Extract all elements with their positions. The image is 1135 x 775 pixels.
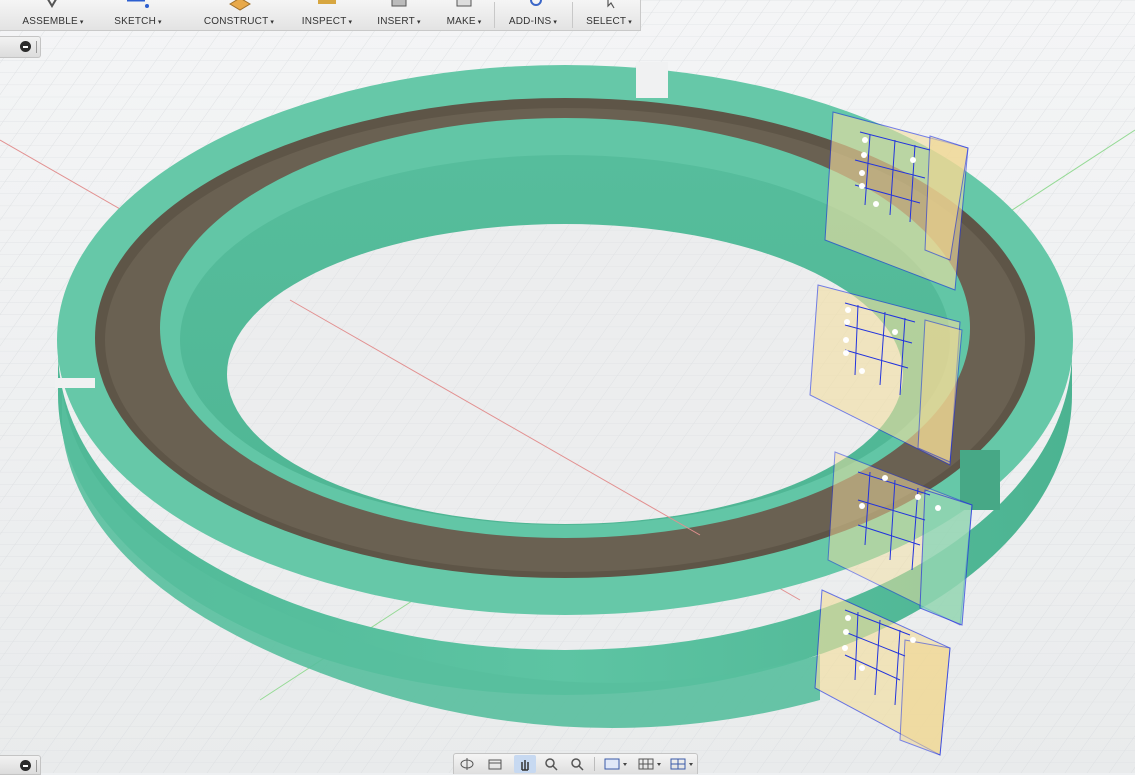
caret-icon: ▾: [348, 19, 353, 26]
select-cursor-icon: [594, 0, 624, 12]
insert-menu[interactable]: INSERT ▾: [370, 0, 428, 30]
add-ins-gear-icon: [518, 0, 548, 12]
browser-panel-toggle[interactable]: [0, 36, 41, 58]
inspect-measure-icon: [312, 0, 342, 12]
select-menu[interactable]: SELECT ▾: [580, 0, 638, 30]
panel-divider: [36, 760, 37, 772]
caret-icon: ▾: [270, 19, 275, 26]
sketch-icon: [123, 0, 153, 12]
sketch-menu[interactable]: SKETCH ▾: [106, 0, 170, 30]
assemble-menu[interactable]: ASSEMBLE ▾: [16, 0, 90, 30]
caret-icon: ▾: [416, 19, 421, 26]
fit-icon[interactable]: [566, 755, 588, 773]
inspect-label: INSPECT: [301, 16, 347, 27]
caret-icon: ▾: [628, 19, 632, 26]
sketch-label: SKETCH: [114, 16, 157, 27]
add-ins-label: ADD-INS: [508, 16, 552, 27]
caret-icon: ▾: [477, 19, 482, 26]
grid-settings-icon[interactable]: [634, 755, 664, 773]
construct-label: CONSTRUCT: [203, 16, 269, 27]
ring-gap-right: [960, 450, 1000, 510]
main-toolbar: ASSEMBLE ▾ SKETCH ▾ CONSTRUCT ▾ INSPECT ▾ IN…: [0, 0, 641, 31]
make-menu[interactable]: MAKE ▾: [440, 0, 488, 30]
add-ins-menu[interactable]: ADD-INS ▾: [500, 0, 566, 30]
inspect-menu[interactable]: INSPECT ▾: [296, 0, 358, 30]
assemble-label: ASSEMBLE: [22, 16, 78, 27]
zoom-window-icon[interactable]: [540, 755, 562, 773]
pan-icon[interactable]: [514, 755, 536, 773]
toolbar-separator: [494, 2, 495, 28]
make-3d-print-icon: [449, 0, 479, 12]
toolbar-separator: [572, 2, 573, 28]
inner-hole-grid: [227, 224, 903, 524]
insert-image-icon: [384, 0, 414, 12]
comments-panel-toggle[interactable]: [0, 755, 41, 775]
make-label: MAKE: [446, 16, 476, 27]
nav-separator: [594, 757, 595, 771]
orbit-icon[interactable]: [456, 755, 478, 773]
collapse-icon: [20, 41, 31, 52]
ring-gap-left: [55, 378, 95, 388]
display-settings-icon[interactable]: [600, 755, 630, 773]
caret-icon: ▾: [158, 19, 162, 26]
caret-icon: ▾: [79, 19, 84, 26]
select-label: SELECT: [586, 16, 627, 27]
construct-menu[interactable]: CONSTRUCT ▾: [196, 0, 282, 30]
expand-icon: [20, 760, 31, 771]
ring-gap-top: [636, 62, 668, 98]
caret-icon: ▾: [553, 19, 558, 26]
insert-label: INSERT: [377, 16, 415, 27]
navigation-bar: [453, 753, 698, 774]
panel-divider: [36, 41, 37, 53]
look-at-icon[interactable]: [484, 755, 506, 773]
3d-viewport[interactable]: [0, 0, 1135, 773]
viewports-icon[interactable]: [666, 755, 696, 773]
assemble-icon: [38, 0, 68, 12]
construct-plane-icon: [224, 0, 254, 12]
